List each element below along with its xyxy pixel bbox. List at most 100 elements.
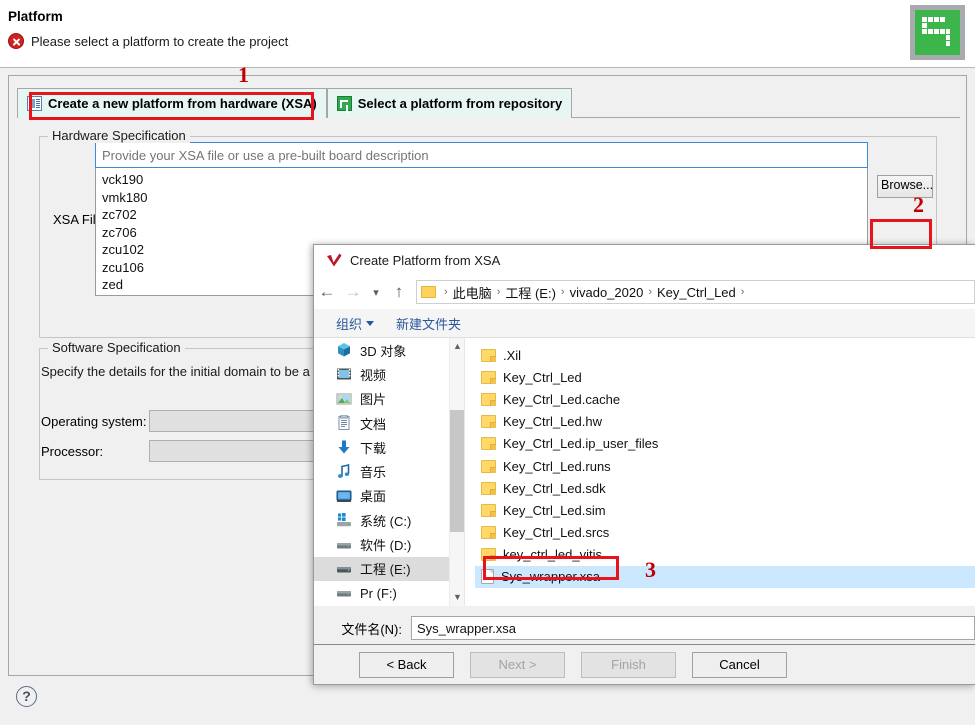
- sys-wrapper-xsa-file-row[interactable]: Sys_wrapper.xsa: [475, 565, 975, 589]
- scrollbar-thumb[interactable]: [450, 410, 464, 532]
- navigation-pane-scrollbar[interactable]: ▲ ▼: [449, 338, 464, 606]
- list-item[interactable]: vck190: [96, 171, 867, 189]
- windows-drive-svg: [337, 513, 351, 527]
- nav-item-3d-objects[interactable]: 3D 对象: [314, 338, 464, 362]
- dialog-title: Create Platform from XSA: [350, 252, 501, 268]
- folder-icon: [481, 437, 496, 451]
- arrow-right-icon[interactable]: →: [340, 282, 366, 302]
- back-button[interactable]: < Back: [359, 651, 454, 678]
- tab-select-platform-from-repository[interactable]: Select a platform from repository: [326, 88, 573, 118]
- processor-label: Processor:: [41, 443, 104, 459]
- music-icon: [336, 463, 352, 480]
- help-icon[interactable]: ?: [16, 686, 37, 707]
- table-row[interactable]: Key_Ctrl_Led.sdk: [475, 477, 975, 499]
- organize-button[interactable]: 组织: [336, 314, 375, 333]
- desktop-svg: [336, 490, 352, 502]
- drive-svg: [337, 591, 351, 597]
- cancel-button[interactable]: Cancel: [692, 651, 787, 678]
- nav-item-downloads[interactable]: 下载: [314, 435, 464, 459]
- file-name: Key_Ctrl_Led.runs: [503, 458, 611, 474]
- breadcrumb-sep: ›: [648, 286, 652, 298]
- drive-svg: [337, 542, 351, 549]
- nav-item-videos[interactable]: 视频: [314, 362, 464, 386]
- table-row[interactable]: Key_Ctrl_Led: [475, 366, 975, 388]
- table-row[interactable]: Key_Ctrl_Led.ip_user_files: [475, 433, 975, 455]
- nav-item-pr-f[interactable]: Pr (F:): [314, 581, 464, 605]
- dialog-toolbar: 组织 新建文件夹: [314, 309, 975, 338]
- dialog-button-bar: < Back Next > Finish Cancel: [314, 644, 975, 684]
- tab-create-new-platform-from-hardware[interactable]: Create a new platform from hardware (XSA…: [17, 88, 327, 118]
- arrow-up-icon[interactable]: ↑: [386, 282, 412, 302]
- xsa-file-input[interactable]: [95, 142, 868, 168]
- video-icon: [336, 366, 352, 382]
- desktop-icon: [336, 488, 352, 504]
- file-name: Key_Ctrl_Led.sim: [503, 502, 606, 518]
- table-row[interactable]: key_ctrl_led_vitis: [475, 544, 975, 566]
- nav-item-engineering-e[interactable]: 工程 (E:): [314, 556, 464, 581]
- drive-icon: [336, 585, 352, 601]
- folder-icon: [481, 459, 496, 473]
- new-folder-label: 新建文件夹: [396, 316, 462, 332]
- nav-item-label: Pr (F:): [360, 585, 397, 601]
- table-row[interactable]: .Xil: [475, 344, 975, 366]
- nav-item-music[interactable]: 音乐: [314, 459, 464, 483]
- vitis-green-logo: [910, 5, 965, 60]
- chevron-down-icon: [366, 320, 375, 326]
- navigation-pane[interactable]: 3D 对象 视频 图片 文档 下载 音乐 桌面 系统 (C:) 软件 (D:) …: [314, 338, 464, 606]
- breadcrumb-item-3[interactable]: Key_Ctrl_Led: [657, 285, 736, 300]
- breadcrumb-item-2[interactable]: vivado_2020: [570, 285, 644, 300]
- software-group-legend: Software Specification: [48, 340, 185, 355]
- table-row[interactable]: Key_Ctrl_Led.srcs: [475, 522, 975, 544]
- operating-system-label: Operating system:: [41, 413, 147, 429]
- folder-icon: [481, 481, 496, 495]
- file-list[interactable]: .Xil Key_Ctrl_Led Key_Ctrl_Led.cache Key…: [464, 338, 975, 606]
- drive-icon: [336, 537, 352, 553]
- page-title: Platform: [8, 9, 63, 24]
- wizard-message: Please select a platform to create the p…: [31, 33, 289, 49]
- tabstrip-filler: [572, 88, 960, 117]
- table-row[interactable]: Key_Ctrl_Led.runs: [475, 455, 975, 477]
- scroll-up-icon[interactable]: ▲: [450, 338, 464, 355]
- list-item[interactable]: zc706: [96, 224, 867, 242]
- new-folder-button[interactable]: 新建文件夹: [396, 314, 461, 333]
- nav-item-label: 工程 (E:): [360, 562, 411, 578]
- tab-create-label: Create a new platform from hardware (XSA…: [48, 96, 317, 111]
- breadcrumb-item-1[interactable]: 工程 (E:): [505, 283, 556, 302]
- repository-green-icon: [336, 96, 352, 111]
- documents-icon: [336, 415, 352, 431]
- filename-input[interactable]: [411, 616, 975, 640]
- nav-item-software-d[interactable]: 软件 (D:): [314, 532, 464, 556]
- chevron-down-icon[interactable]: ▾: [366, 286, 386, 299]
- folder-icon: [481, 415, 496, 429]
- breadcrumb-item-0[interactable]: 此电脑: [453, 283, 492, 302]
- nav-item-desktop[interactable]: 桌面: [314, 484, 464, 508]
- create-platform-from-xsa-dialog: Create Platform from XSA ← → ▾ ↑ › 此电脑 ›…: [313, 244, 975, 685]
- table-row[interactable]: Key_Ctrl_Led.cache: [475, 388, 975, 410]
- file-name: Key_Ctrl_Led.sdk: [503, 480, 606, 496]
- folder-icon: [481, 348, 496, 362]
- arrow-left-icon[interactable]: ←: [314, 282, 340, 302]
- nav-item-label: 音乐: [360, 465, 387, 481]
- table-row[interactable]: Key_Ctrl_Led.sim: [475, 499, 975, 521]
- breadcrumb-sep: ›: [560, 286, 565, 298]
- breadcrumb-sep: ›: [740, 286, 745, 298]
- tab-repository-label: Select a platform from repository: [357, 96, 563, 111]
- table-row[interactable]: Key_Ctrl_Led.hw: [475, 411, 975, 433]
- downloads-svg: [338, 440, 350, 454]
- vitis-check-icon: [326, 253, 343, 268]
- drive-svg: [337, 566, 351, 573]
- folder-icon: [481, 503, 496, 517]
- nav-item-pictures[interactable]: 图片: [314, 387, 464, 411]
- breadcrumb[interactable]: › 此电脑 › 工程 (E:) › vivado_2020 › Key_Ctrl…: [416, 280, 975, 304]
- platform-source-tabstrip: Create a new platform from hardware (XSA…: [17, 88, 960, 118]
- nav-item-label: 软件 (D:): [360, 538, 412, 554]
- nav-item-documents[interactable]: 文档: [314, 411, 464, 435]
- nav-item-system-c[interactable]: 系统 (C:): [314, 508, 464, 532]
- browse-button[interactable]: Browse...: [877, 175, 933, 198]
- list-item[interactable]: zc702: [96, 206, 867, 224]
- annotation-number-3: 3: [645, 557, 656, 582]
- scroll-down-icon[interactable]: ▼: [450, 589, 464, 606]
- finish-button: Finish: [581, 651, 676, 678]
- wizard-message-row: Please select a platform to create the p…: [8, 33, 288, 49]
- list-item[interactable]: vmk180: [96, 189, 867, 207]
